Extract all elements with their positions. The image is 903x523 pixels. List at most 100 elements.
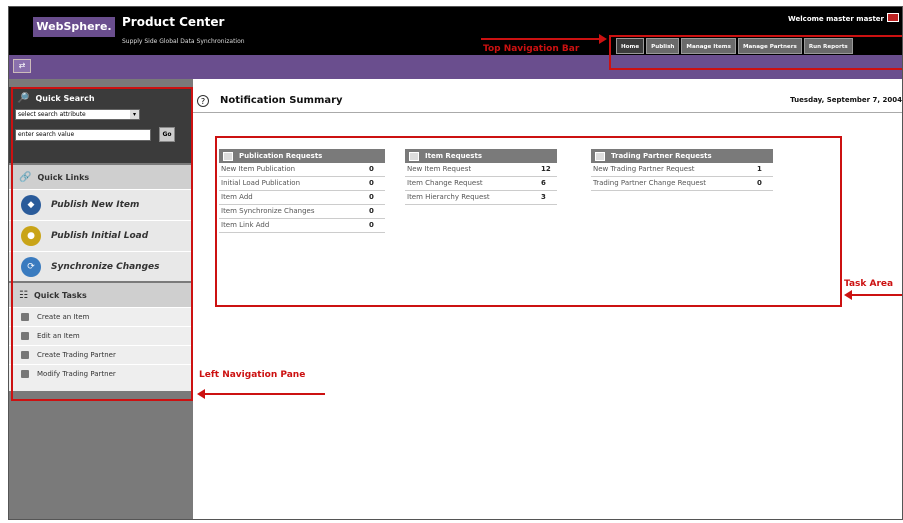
row-label: Item Change Request: [407, 179, 483, 187]
sync-icon: ⟳: [21, 257, 41, 277]
current-date: Tuesday, September 7, 2004: [790, 96, 902, 104]
publish-icon: ◆: [21, 195, 41, 215]
item-icon: [409, 151, 419, 161]
screenshot-frame: WebSphere. Product Center Supply Side Gl…: [8, 6, 903, 520]
quick-task-label: Create an Item: [37, 313, 90, 321]
load-icon: ●: [21, 226, 41, 246]
chevron-down-icon: ▾: [130, 110, 139, 119]
partner-icon: [595, 151, 605, 161]
row-count: 1: [757, 165, 762, 173]
toggle-pane-icon[interactable]: ⇄: [13, 59, 31, 73]
nav-tab-home[interactable]: Home: [616, 38, 645, 54]
websphere-logo: WebSphere.: [33, 17, 115, 37]
search-attribute-value: select search attribute: [18, 111, 86, 118]
arrow-left-icon: [197, 389, 205, 399]
table-row[interactable]: New Item Request 12: [405, 163, 557, 177]
row-label: Item Synchronize Changes: [221, 207, 315, 215]
top-nav-arrow: [481, 38, 601, 40]
quick-link-label: Publish New Item: [51, 200, 140, 210]
notification-summary-bar: ? Notification Summary Tuesday, Septembe…: [193, 93, 902, 111]
row-count: 0: [757, 179, 762, 187]
row-count: 0: [369, 165, 374, 173]
quick-task-edit-item[interactable]: Edit an Item: [9, 326, 191, 345]
nav-tab-manage-items[interactable]: Manage Items: [681, 38, 736, 54]
quick-link-publish-initial-load[interactable]: ● Publish Initial Load: [9, 220, 191, 251]
nav-tab-manage-partners[interactable]: Manage Partners: [737, 38, 802, 54]
table-row[interactable]: Item Add 0: [219, 191, 385, 205]
row-label: Item Link Add: [221, 221, 270, 229]
create-partner-icon: [21, 351, 29, 359]
divider: [193, 112, 902, 113]
table-row[interactable]: Trading Partner Change Request 0: [591, 177, 773, 191]
publication-requests-table: Publication Requests New Item Publicatio…: [219, 149, 385, 233]
publication-requests-title: Publication Requests: [239, 152, 323, 160]
product-subtitle: Supply Side Global Data Synchronization: [122, 38, 245, 45]
table-row[interactable]: Item Change Request 6: [405, 177, 557, 191]
quick-link-label: Publish Initial Load: [51, 231, 149, 241]
quick-task-create-partner[interactable]: Create Trading Partner: [9, 345, 191, 364]
flag-icon[interactable]: [887, 13, 899, 22]
table-row[interactable]: Item Hierarchy Request 3: [405, 191, 557, 205]
create-item-icon: [21, 313, 29, 321]
row-label: Initial Load Publication: [221, 179, 301, 187]
table-row[interactable]: New Item Publication 0: [219, 163, 385, 177]
left-navigation-pane: 🔎 Quick Search select search attribute ▾…: [9, 79, 193, 519]
table-row[interactable]: Initial Load Publication 0: [219, 177, 385, 191]
links-icon: 🔗: [19, 171, 32, 183]
modify-partner-icon: [21, 370, 29, 378]
left-nav-annotation: Left Navigation Pane: [199, 370, 306, 380]
table-row[interactable]: Item Synchronize Changes 0: [219, 205, 385, 219]
arrow-right-icon: [599, 34, 607, 44]
go-button[interactable]: Go: [159, 127, 175, 142]
quick-link-synchronize-changes[interactable]: ⟳ Synchronize Changes: [9, 251, 191, 282]
quick-tasks-panel: ☷ Quick Tasks Create an Item Edit an Ite…: [9, 283, 191, 391]
row-label: Trading Partner Change Request: [593, 179, 707, 187]
search-value-input[interactable]: enter search value: [15, 129, 151, 141]
item-requests-table: Item Requests New Item Request 12 Item Ch…: [405, 149, 557, 205]
magnifier-icon: 🔎: [17, 93, 30, 104]
quick-links-title: Quick Links: [37, 172, 90, 182]
table-row[interactable]: Item Link Add 0: [219, 219, 385, 233]
quick-link-publish-new-item[interactable]: ◆ Publish New Item: [9, 189, 191, 220]
row-label: New Item Request: [407, 165, 472, 173]
item-requests-header: Item Requests: [405, 149, 557, 163]
row-count: 12: [541, 165, 551, 173]
quick-task-modify-partner[interactable]: Modify Trading Partner: [9, 364, 191, 383]
trading-partner-requests-header: Trading Partner Requests: [591, 149, 773, 163]
row-label: Item Hierarchy Request: [407, 193, 490, 201]
quick-search-panel: 🔎 Quick Search select search attribute ▾…: [9, 87, 191, 163]
main-content: ? Notification Summary Tuesday, Septembe…: [193, 79, 902, 519]
quick-search-title: 🔎 Quick Search: [17, 93, 95, 104]
edit-item-icon: [21, 332, 29, 340]
row-count: 0: [369, 193, 374, 201]
quick-task-label: Create Trading Partner: [37, 351, 116, 359]
search-attribute-select[interactable]: select search attribute ▾: [15, 109, 140, 120]
quick-task-label: Modify Trading Partner: [37, 370, 116, 378]
quick-links-panel: 🔗 Quick Links ◆ Publish New Item ● Publi…: [9, 165, 191, 281]
trading-partner-requests-title: Trading Partner Requests: [611, 152, 712, 160]
row-label: Item Add: [221, 193, 253, 201]
row-count: 0: [369, 179, 374, 187]
quick-tasks-title: Quick Tasks: [33, 290, 87, 300]
nav-tab-run-reports[interactable]: Run Reports: [803, 38, 853, 54]
top-navigation-bar: Home Publish Manage Items Manage Partner…: [616, 38, 853, 54]
toolbar-strip: ⇄: [9, 55, 902, 79]
header-bar: WebSphere. Product Center Supply Side Gl…: [9, 7, 902, 55]
publication-icon: [223, 151, 233, 161]
table-row[interactable]: New Trading Partner Request 1: [591, 163, 773, 177]
task-area-annotation: Task Area: [844, 279, 894, 289]
quick-task-create-item[interactable]: Create an Item: [9, 307, 191, 326]
quick-links-header: 🔗 Quick Links: [9, 165, 191, 189]
task-area-arrow: [852, 294, 902, 296]
product-name: Product Center: [122, 15, 225, 29]
nav-tab-publish[interactable]: Publish: [646, 38, 680, 54]
top-nav-annotation: Top Navigation Bar: [483, 44, 580, 54]
publication-requests-header: Publication Requests: [219, 149, 385, 163]
quick-task-label: Edit an Item: [37, 332, 80, 340]
quick-link-label: Synchronize Changes: [51, 262, 160, 272]
arrow-left-icon: [844, 290, 852, 300]
quick-search-label: Quick Search: [35, 94, 95, 103]
row-count: 0: [369, 207, 374, 215]
help-icon[interactable]: ?: [197, 95, 209, 107]
row-label: New Item Publication: [221, 165, 296, 173]
